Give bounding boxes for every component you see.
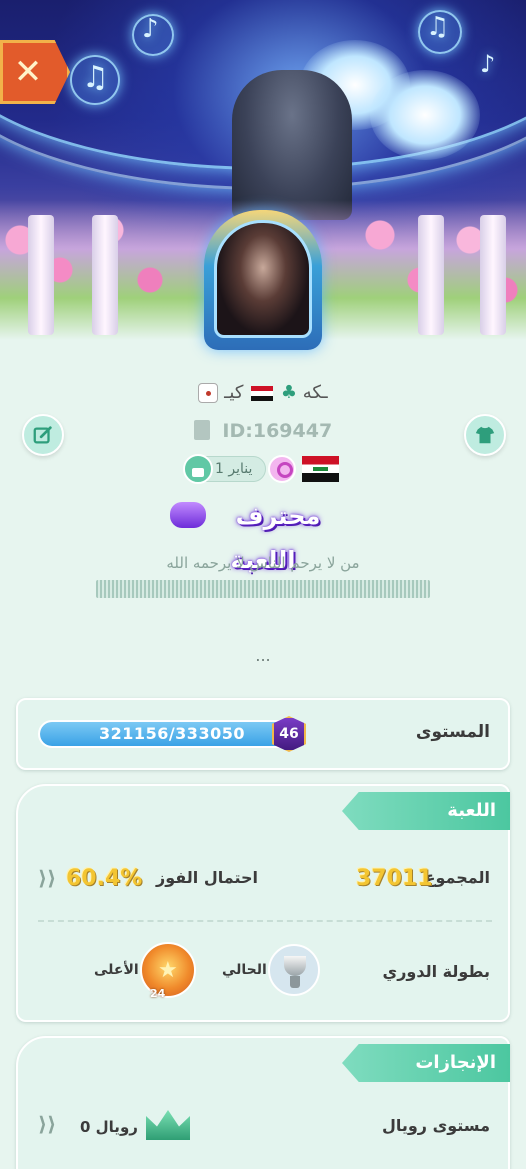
chevron-left-icon[interactable]: ⟩⟩ <box>38 1112 56 1136</box>
cake-icon <box>183 454 213 484</box>
garden-pillar <box>418 215 444 335</box>
league-current-label: الحالي <box>222 962 267 978</box>
royal-level-value: رويال 0 <box>80 1118 138 1136</box>
league-highest-label: الأعلى <box>94 962 139 978</box>
music-note-icon: ♪ <box>142 14 159 44</box>
level-label: المستوى <box>415 722 490 742</box>
garden-pillar <box>28 215 54 335</box>
more-button[interactable]: ... <box>0 646 526 665</box>
game-section-title: اللعبة <box>342 792 510 830</box>
player-name-part: كيـ <box>224 382 244 403</box>
total-games-value: 37011 <box>356 866 433 891</box>
league-highest-medal[interactable]: ★ 24 <box>140 942 196 1000</box>
win-rate-value: 60.4% <box>66 866 143 891</box>
garden-pillar <box>92 215 118 335</box>
bio-text: من لا يرحم الناس لا يرحمه الله <box>166 554 360 572</box>
medal-count: 24 <box>150 987 166 1000</box>
music-note-icon: ♪ <box>480 50 496 78</box>
player-name-part: ـكه <box>302 382 328 403</box>
music-note-icon: ♫ <box>426 12 450 42</box>
level-card: 321156/333050 46 المستوى <box>16 698 510 770</box>
royal-level-label: مستوى رويال <box>381 1116 490 1135</box>
player-name: ـكه ♣ كيـ <box>0 382 526 403</box>
player-id[interactable]: ID:169447 <box>0 420 526 442</box>
avatar <box>214 220 312 338</box>
dice-icon <box>198 383 219 403</box>
avatar-frame[interactable] <box>204 210 322 350</box>
divider <box>38 920 492 922</box>
flag-icon <box>251 385 274 401</box>
birthday-text: 1 يناير <box>215 461 253 477</box>
close-x-icon: ✕ <box>13 52 43 92</box>
tag-row: 1 يناير <box>0 454 526 484</box>
player-title-badge: محترف اللعبة <box>170 494 356 574</box>
music-note-icon: ♫ <box>82 60 109 95</box>
player-id-text: ID:169447 <box>222 420 333 442</box>
country-flag-icon <box>302 456 339 482</box>
birthday-badge: 1 يناير <box>183 454 266 484</box>
level-progress-bar: 321156/333050 <box>38 720 306 748</box>
level-progress-text: 321156/333050 <box>99 724 245 743</box>
clover-icon: ♣ <box>280 382 297 403</box>
achievements-section-title: الإنجازات <box>342 1044 510 1082</box>
game-stats-card: اللعبة المجموع 37011 احتمال الفوز 60.4% … <box>16 784 510 1022</box>
total-games-label: المجموع <box>424 868 490 887</box>
achievements-card: الإنجازات مستوى رويال رويال 0 ⟩⟩ <box>16 1036 510 1169</box>
glowing-wing <box>370 70 480 160</box>
bio-decoration <box>96 580 430 598</box>
garden-pillar <box>480 215 506 335</box>
astronaut-figure <box>232 70 352 220</box>
crown-icon <box>146 1110 190 1140</box>
win-rate-label: احتمال الفوز <box>156 868 258 887</box>
copy-icon[interactable] <box>193 420 210 440</box>
silver-trophy-icon <box>284 956 306 988</box>
star-icon: ★ <box>158 958 178 983</box>
league-current-trophy[interactable] <box>268 944 320 996</box>
league-label: بطولة الدوري <box>382 962 490 981</box>
female-gender-icon <box>268 455 296 483</box>
chevron-left-icon[interactable]: ⟩⟩ <box>38 866 56 890</box>
gamepad-icon <box>170 502 206 528</box>
